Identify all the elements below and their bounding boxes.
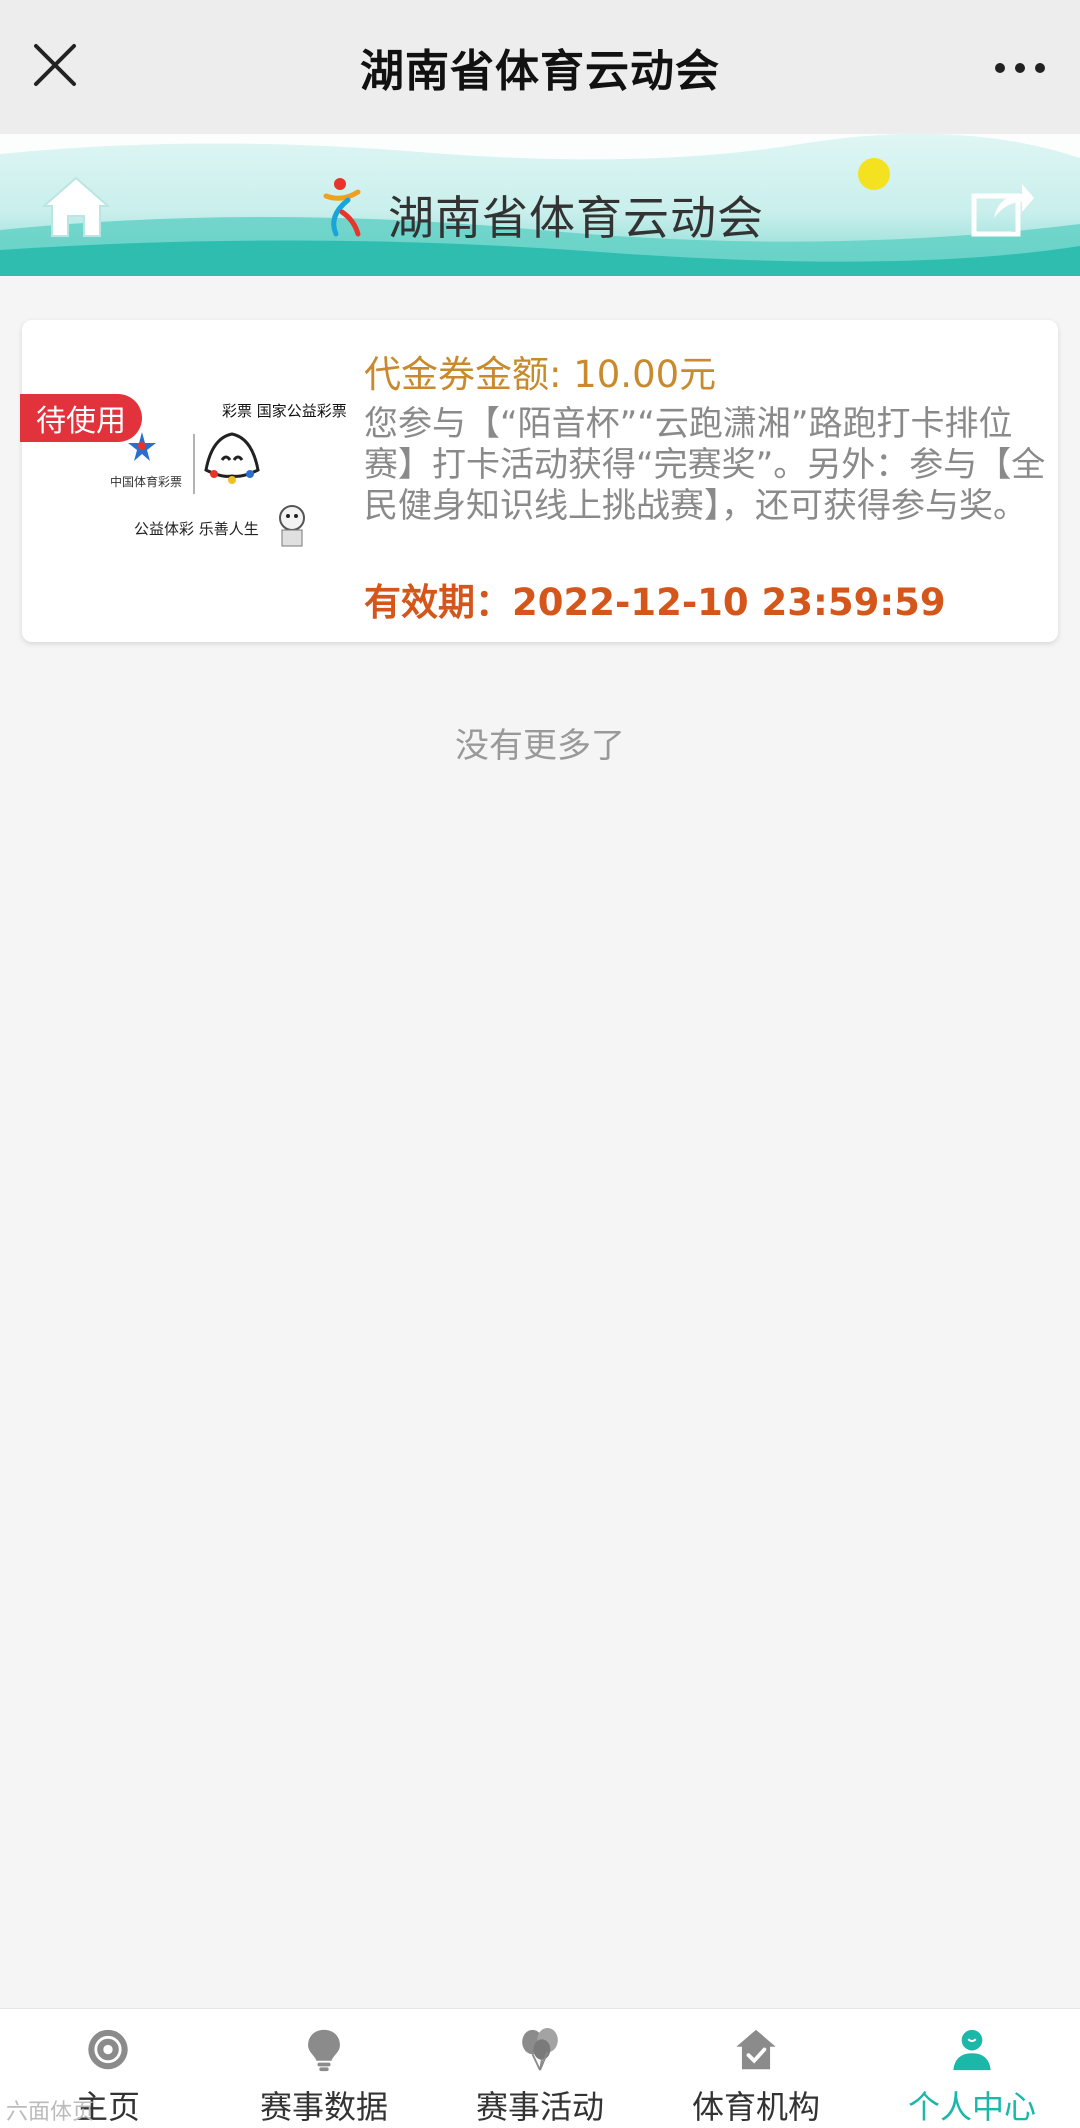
person-icon — [953, 2029, 991, 2071]
tab-event-data-label: 赛事数据 — [259, 2088, 388, 2126]
sun-decoration — [858, 158, 890, 190]
banner-title: 湖南省体育云动会 — [388, 191, 764, 245]
target-icon — [88, 2029, 128, 2070]
voucher-validity: 有效期：2022-12-10 23:59:59 — [364, 581, 946, 624]
status-badge: 待使用 — [20, 394, 142, 442]
voucher-card[interactable]: 彩票 国家公益彩票 中国体育彩票 公益体彩 乐善人生 代金券金额: 10.00元… — [22, 320, 1058, 642]
watermark: 六面体页 — [6, 2100, 95, 2125]
share-icon[interactable] — [970, 178, 1036, 238]
thumb-top-text: 彩票 国家公益彩票 — [222, 402, 347, 420]
close-icon[interactable] — [30, 40, 80, 90]
house-check-icon — [736, 2029, 776, 2070]
lightbulb-icon — [308, 2029, 340, 2072]
tab-sports-institutions[interactable]: 体育机构 — [648, 2009, 864, 2128]
bottom-tab-bar: 主页 赛事数据 赛事活动 体育机构 个人中心 — [0, 2008, 1080, 2128]
thumb-slogan: 公益体彩 乐善人生 — [134, 520, 259, 538]
title-bar: 湖南省体育云动会 — [0, 0, 1080, 134]
header-banner: 湖南省体育云动会 — [0, 134, 1080, 276]
more-options-icon[interactable] — [990, 48, 1050, 88]
page-title: 湖南省体育云动会 — [360, 46, 720, 97]
voucher-amount: 代金券金额: 10.00元 — [364, 353, 717, 396]
balloons-icon — [522, 2027, 558, 2071]
sports-logo-icon — [323, 178, 361, 237]
home-icon[interactable] — [40, 174, 112, 240]
thumb-logo-text: 中国体育彩票 — [110, 474, 182, 489]
tab-sports-institutions-label: 体育机构 — [691, 2088, 820, 2126]
tab-event-data[interactable]: 赛事数据 — [216, 2009, 432, 2128]
no-more-text: 没有更多了 — [455, 726, 625, 766]
tab-event-activities-label: 赛事活动 — [475, 2088, 604, 2126]
voucher-description: 您参与【“陌音杯”“云跑潇湘”路跑打卡排位赛】打卡活动获得“完赛奖”。另外：参与… — [364, 404, 1046, 526]
tab-personal-center[interactable]: 个人中心 — [864, 2009, 1080, 2128]
tab-event-activities[interactable]: 赛事活动 — [432, 2009, 648, 2128]
tab-personal-center-label: 个人中心 — [907, 2088, 1036, 2126]
